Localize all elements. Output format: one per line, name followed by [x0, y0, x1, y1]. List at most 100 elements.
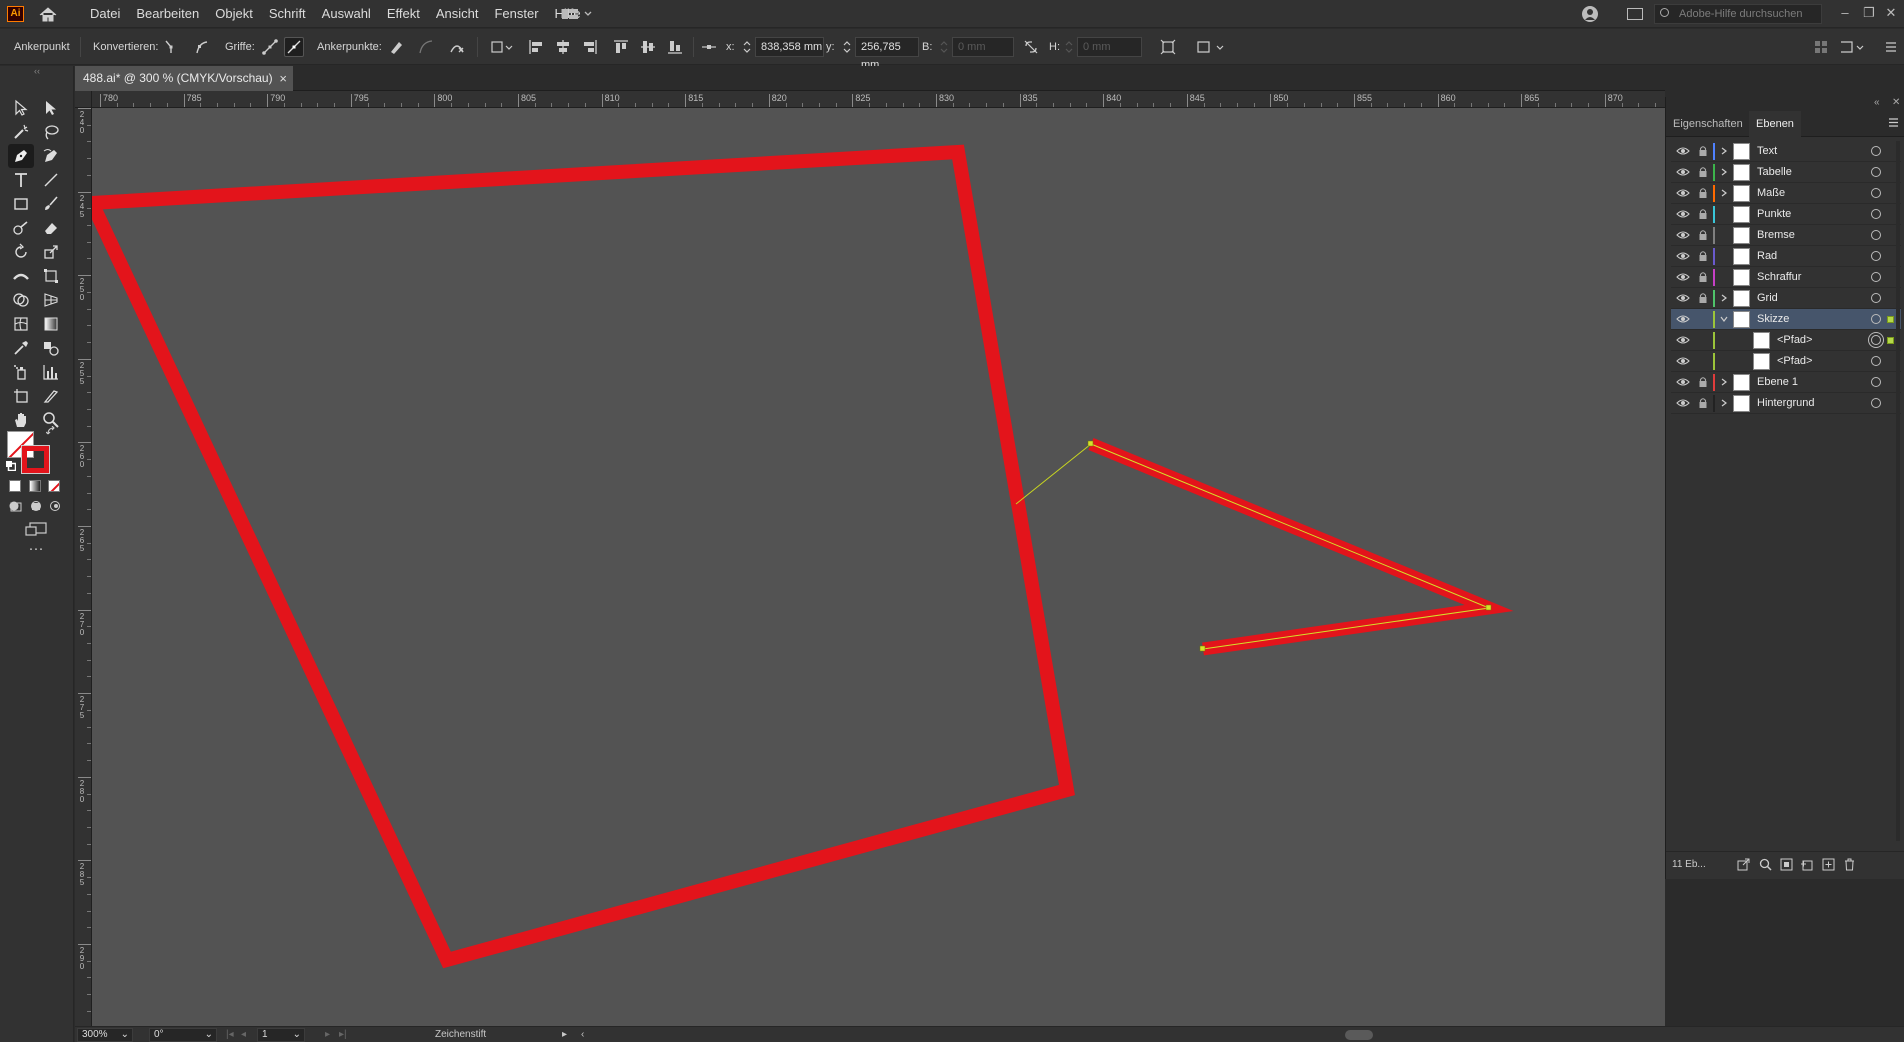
horizontal-scrollbar-thumb[interactable]	[1345, 1030, 1373, 1040]
align-left-icon[interactable]	[527, 38, 545, 56]
lock-icon[interactable]	[1698, 271, 1708, 283]
convert-to-smooth-icon[interactable]	[193, 38, 211, 56]
layer-name[interactable]: <Pfad>	[1777, 355, 1812, 367]
layer-row[interactable]: Hintergrund	[1671, 393, 1901, 414]
panel-layout-icon[interactable]	[1812, 38, 1830, 56]
target-circle-icon[interactable]	[1871, 209, 1881, 219]
edit-toolbar-icon[interactable]: ···	[26, 541, 46, 558]
artboard-canvas[interactable]	[92, 108, 1665, 1026]
anchor-point[interactable]	[1087, 440, 1094, 447]
home-icon[interactable]	[38, 6, 58, 23]
layer-row[interactable]: Punkte	[1671, 204, 1901, 225]
rotation-field[interactable]: 0° ⌄	[149, 1028, 217, 1042]
layer-name[interactable]: Schraffur	[1757, 271, 1801, 283]
layer-row[interactable]: Maße	[1671, 183, 1901, 204]
height-stepper-icon[interactable]	[1064, 38, 1074, 56]
type-tool[interactable]	[8, 168, 34, 192]
lock-icon[interactable]	[1698, 229, 1708, 241]
show-handles-icon[interactable]	[261, 38, 279, 56]
last-artboard-icon[interactable]: ▸|	[339, 1029, 347, 1040]
tab-eigenschaften[interactable]: Eigenschaften	[1666, 111, 1750, 137]
layer-name[interactable]: Bremse	[1757, 229, 1795, 241]
red-open-path-stroke[interactable]	[1088, 437, 1514, 656]
user-account-icon[interactable]	[1581, 5, 1599, 23]
layer-row[interactable]: Schraffur	[1671, 267, 1901, 288]
restore-button[interactable]: ❐	[1858, 4, 1880, 22]
chevron-right-icon[interactable]	[1719, 188, 1729, 198]
layer-name[interactable]: Grid	[1757, 292, 1778, 304]
layer-row[interactable]: Bremse	[1671, 225, 1901, 246]
layer-name[interactable]: Hintergrund	[1757, 397, 1814, 409]
layer-name[interactable]: Punkte	[1757, 208, 1791, 220]
rotate-tool[interactable]	[8, 240, 34, 264]
mesh-tool[interactable]	[8, 312, 34, 336]
height-field[interactable]: 0 mm	[1077, 37, 1142, 57]
lasso-tool[interactable]	[38, 120, 64, 144]
hide-handles-button[interactable]	[284, 37, 304, 57]
line-segment-tool[interactable]	[38, 168, 64, 192]
selection-indicator[interactable]	[1887, 316, 1894, 323]
lock-icon[interactable]	[1698, 250, 1708, 262]
document-tab[interactable]: 488.ai* @ 300 % (CMYK/Vorschau) ×	[75, 66, 293, 91]
chevron-right-icon[interactable]	[1719, 377, 1729, 387]
menu-item-0[interactable]: Datei	[82, 0, 128, 28]
artboard-number-field[interactable]: 1 ⌄	[257, 1028, 305, 1042]
visibility-eye-icon[interactable]	[1676, 376, 1690, 388]
symbol-sprayer-tool[interactable]	[8, 360, 34, 384]
visibility-eye-icon[interactable]	[1676, 166, 1690, 178]
control-bar-menu-icon[interactable]	[1884, 38, 1898, 56]
connect-endpoints-icon[interactable]	[417, 38, 435, 56]
previous-artboard-icon[interactable]: ◂	[241, 1029, 246, 1040]
puppet-warp-icon[interactable]	[1195, 38, 1227, 56]
chevron-right-icon[interactable]	[1719, 167, 1729, 177]
workspace-switch-icon[interactable]	[558, 6, 596, 22]
pen-tool[interactable]	[8, 144, 34, 168]
layer-list-scrollbar[interactable]	[1896, 141, 1900, 841]
width-tool[interactable]	[8, 264, 34, 288]
menu-item-1[interactable]: Bearbeiten	[128, 0, 207, 28]
eraser-tool[interactable]	[38, 216, 64, 240]
layer-row[interactable]: Skizze	[1671, 309, 1901, 330]
slice-tool[interactable]	[38, 384, 64, 408]
y-position-field[interactable]: 256,785 mm	[855, 37, 919, 71]
red-quadrilateral-path[interactable]	[92, 144, 1075, 969]
menu-item-2[interactable]: Objekt	[207, 0, 261, 28]
rectangle-tool[interactable]	[8, 192, 34, 216]
vertical-ruler[interactable]: 240 245 250 255 260 265 270 275 280 285 290	[75, 108, 92, 1026]
y-stepper-icon[interactable]	[842, 38, 852, 56]
none-mode-button[interactable]	[48, 480, 60, 492]
lock-icon[interactable]	[1698, 208, 1708, 220]
new-sublayer-icon[interactable]	[1800, 858, 1813, 871]
x-position-field[interactable]: 838,358 mm	[755, 37, 824, 57]
align-vertical-center-icon[interactable]	[639, 38, 657, 56]
gradient-tool[interactable]	[38, 312, 64, 336]
clipping-mask-icon[interactable]	[1780, 858, 1793, 871]
target-circle-icon[interactable]	[1871, 398, 1881, 408]
visibility-eye-icon[interactable]	[1676, 187, 1690, 199]
sublayer-row[interactable]: <Pfad>	[1671, 351, 1901, 372]
lock-icon[interactable]	[1698, 166, 1708, 178]
chevron-right-icon[interactable]	[1719, 293, 1729, 303]
visibility-eye-icon[interactable]	[1676, 355, 1690, 367]
x-stepper-icon[interactable]	[742, 38, 752, 56]
target-circle-icon[interactable]	[1871, 188, 1881, 198]
isolate-object-icon[interactable]	[1159, 38, 1177, 56]
visibility-eye-icon[interactable]	[1676, 250, 1690, 262]
visibility-eye-icon[interactable]	[1676, 334, 1690, 346]
width-field[interactable]: 0 mm	[952, 37, 1014, 57]
ruler-origin[interactable]	[75, 91, 92, 108]
anchor-point[interactable]	[1199, 645, 1206, 652]
target-circle-icon[interactable]	[1871, 272, 1881, 282]
shaper-tool[interactable]	[8, 216, 34, 240]
chevron-right-icon[interactable]	[1719, 146, 1729, 156]
new-layer-icon[interactable]	[1822, 858, 1835, 871]
hand-tool[interactable]	[8, 408, 34, 432]
default-fill-stroke-icon[interactable]	[5, 460, 16, 471]
zoom-level-field[interactable]: 300% ⌄	[77, 1028, 133, 1042]
visibility-eye-icon[interactable]	[1676, 145, 1690, 157]
layer-name[interactable]: <Pfad>	[1777, 334, 1812, 346]
target-circle-icon[interactable]	[1871, 230, 1881, 240]
menu-item-5[interactable]: Effekt	[379, 0, 428, 28]
cut-path-icon[interactable]	[448, 38, 466, 56]
lock-icon[interactable]	[1698, 376, 1708, 388]
